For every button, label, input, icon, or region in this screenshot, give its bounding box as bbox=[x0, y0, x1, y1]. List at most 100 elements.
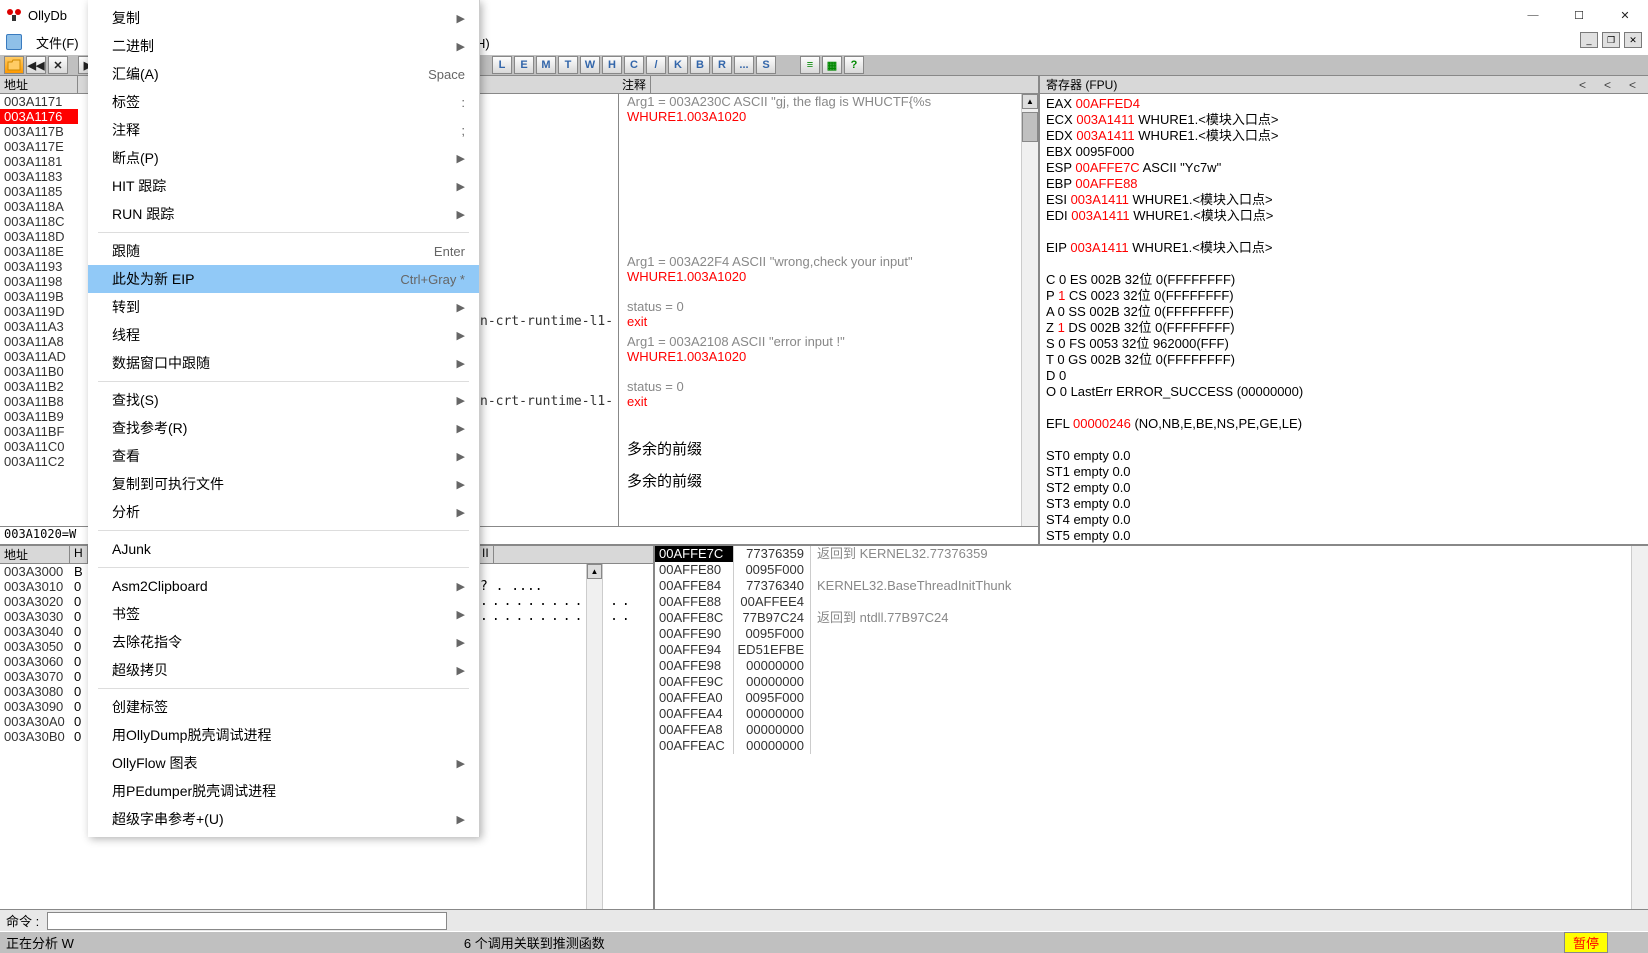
stack-row[interactable]: 00AFFE800095F000 bbox=[655, 562, 1648, 578]
close-button[interactable]: ✕ bbox=[1602, 0, 1648, 30]
menu-item[interactable]: 复制▶ bbox=[88, 4, 479, 32]
stack-row[interactable]: 00AFFE9800000000 bbox=[655, 658, 1648, 674]
menu-item[interactable]: RUN 跟踪▶ bbox=[88, 200, 479, 228]
stack-row[interactable]: 00AFFEA00095F000 bbox=[655, 690, 1648, 706]
toolbar-s-button[interactable]: S bbox=[756, 56, 776, 74]
toolbar-k-button[interactable]: K bbox=[668, 56, 688, 74]
menu-item[interactable]: 此处为新 EIPCtrl+Gray * bbox=[88, 265, 479, 293]
cmd-input[interactable] bbox=[47, 912, 447, 930]
register-line[interactable]: P 1 CS 0023 32位 0(FFFFFFFF) bbox=[1046, 288, 1642, 304]
mdi-restore-button[interactable]: ❐ bbox=[1602, 32, 1620, 48]
stack-row[interactable]: 00AFFEAC00000000 bbox=[655, 738, 1648, 754]
address-row[interactable]: 003A11B9 bbox=[0, 409, 78, 424]
menu-item[interactable]: HIT 跟踪▶ bbox=[88, 172, 479, 200]
address-row[interactable]: 003A11AD bbox=[0, 349, 78, 364]
address-row[interactable]: 003A11B2 bbox=[0, 379, 78, 394]
menu-item[interactable]: 去除花指令▶ bbox=[88, 628, 479, 656]
menu-item[interactable]: 书签▶ bbox=[88, 600, 479, 628]
address-row[interactable]: 003A1181 bbox=[0, 154, 78, 169]
address-row[interactable]: 003A118E bbox=[0, 244, 78, 259]
toolbar-...-button[interactable]: ... bbox=[734, 56, 754, 74]
register-line[interactable]: O 0 LastErr ERROR_SUCCESS (00000000) bbox=[1046, 384, 1642, 400]
menu-item[interactable]: 用OllyDump脱壳调试进程 bbox=[88, 721, 479, 749]
address-row[interactable]: 003A11BF bbox=[0, 424, 78, 439]
toolbar-help-button[interactable]: ? bbox=[844, 56, 864, 74]
register-line[interactable]: D 0 bbox=[1046, 368, 1642, 384]
mdi-close-button[interactable]: ✕ bbox=[1624, 32, 1642, 48]
toolbar-b-button[interactable]: B bbox=[690, 56, 710, 74]
register-line[interactable]: ESP 00AFFE7C ASCII "Yc7w" bbox=[1046, 160, 1642, 176]
register-line[interactable]: ST0 empty 0.0 bbox=[1046, 448, 1642, 464]
menu-item[interactable]: 分析▶ bbox=[88, 498, 479, 526]
toolbar-r-button[interactable]: R bbox=[712, 56, 732, 74]
register-line[interactable] bbox=[1046, 224, 1642, 240]
register-line[interactable]: ST3 empty 0.0 bbox=[1046, 496, 1642, 512]
address-row[interactable]: 003A11A3 bbox=[0, 319, 78, 334]
address-row[interactable]: 003A11B0 bbox=[0, 364, 78, 379]
reg-left-arrow-icon[interactable]: < bbox=[1573, 78, 1592, 92]
address-row[interactable]: 003A1193 bbox=[0, 259, 78, 274]
reg-left-arrow-icon-3[interactable]: < bbox=[1623, 78, 1642, 92]
register-line[interactable]: ST5 empty 0.0 bbox=[1046, 528, 1642, 544]
menu-item[interactable]: 复制到可执行文件▶ bbox=[88, 470, 479, 498]
address-row[interactable]: 003A1171 bbox=[0, 94, 78, 109]
register-line[interactable]: S 0 FS 0053 32位 962000(FFF) bbox=[1046, 336, 1642, 352]
stack-row[interactable]: 00AFFE94ED51EFBE bbox=[655, 642, 1648, 658]
menu-item[interactable]: 断点(P)▶ bbox=[88, 144, 479, 172]
stack-row[interactable]: 00AFFE7C77376359返回到 KERNEL32.77376359 bbox=[655, 546, 1648, 562]
stack-row[interactable]: 00AFFE900095F000 bbox=[655, 626, 1648, 642]
stack-row[interactable]: 00AFFE8800AFFEE4 bbox=[655, 594, 1648, 610]
address-column[interactable]: 003A1171003A1176003A117B003A117E003A1181… bbox=[0, 94, 78, 526]
menu-item[interactable]: 跟随Enter bbox=[88, 237, 479, 265]
toolbar-e-button[interactable]: E bbox=[514, 56, 534, 74]
address-row[interactable]: 003A118A bbox=[0, 199, 78, 214]
col-comment[interactable]: 注释 bbox=[618, 76, 651, 93]
address-row[interactable]: 003A119D bbox=[0, 304, 78, 319]
context-menu[interactable]: 复制▶二进制▶汇编(A)Space标签:注释;断点(P)▶HIT 跟踪▶RUN … bbox=[88, 0, 480, 837]
toolbar-list-button[interactable]: ≡ bbox=[800, 56, 820, 74]
dump-col-ascii[interactable]: II bbox=[478, 546, 494, 563]
cpu-scrollbar[interactable]: ▲ bbox=[1021, 94, 1038, 526]
address-row[interactable]: 003A117E bbox=[0, 139, 78, 154]
toolbar-h-button[interactable]: H bbox=[602, 56, 622, 74]
address-row[interactable]: 003A1176 bbox=[0, 109, 78, 124]
reg-left-arrow-icon-2[interactable]: < bbox=[1598, 78, 1617, 92]
toolbar-w-button[interactable]: W bbox=[580, 56, 600, 74]
menu-item[interactable]: 二进制▶ bbox=[88, 32, 479, 60]
menu-item[interactable]: 线程▶ bbox=[88, 321, 479, 349]
menu-item[interactable]: 汇编(A)Space bbox=[88, 60, 479, 88]
menu-item[interactable]: 转到▶ bbox=[88, 293, 479, 321]
register-line[interactable]: EDX 003A1411 WHURE1.<模块入口点> bbox=[1046, 128, 1642, 144]
menu-item[interactable]: AJunk bbox=[88, 535, 479, 563]
register-line[interactable]: EBP 00AFFE88 bbox=[1046, 176, 1642, 192]
stack-row[interactable]: 00AFFE9C00000000 bbox=[655, 674, 1648, 690]
toolbar-l-button[interactable]: L bbox=[492, 56, 512, 74]
register-line[interactable]: EFL 00000246 (NO,NB,E,BE,NS,PE,GE,LE) bbox=[1046, 416, 1642, 432]
toolbar-m-button[interactable]: M bbox=[536, 56, 556, 74]
register-line[interactable] bbox=[1046, 256, 1642, 272]
menu-file[interactable]: 文件(F) bbox=[36, 33, 79, 52]
toolbar-t-button[interactable]: T bbox=[558, 56, 578, 74]
toolbar-open-button[interactable] bbox=[4, 56, 24, 74]
register-line[interactable]: ESI 003A1411 WHURE1.<模块入口点> bbox=[1046, 192, 1642, 208]
stack-row[interactable]: 00AFFE8C77B97C24返回到 ntdll.77B97C24 bbox=[655, 610, 1648, 626]
register-line[interactable]: A 0 SS 002B 32位 0(FFFFFFFF) bbox=[1046, 304, 1642, 320]
address-row[interactable]: 003A11C2 bbox=[0, 454, 78, 469]
stack-row[interactable]: 00AFFEA800000000 bbox=[655, 722, 1648, 738]
register-body[interactable]: EAX 00AFFED4ECX 003A1411 WHURE1.<模块入口点>E… bbox=[1040, 94, 1648, 544]
toolbar-/-button[interactable]: / bbox=[646, 56, 666, 74]
menu-item[interactable]: 标签: bbox=[88, 88, 479, 116]
toolbar-c-button[interactable]: C bbox=[624, 56, 644, 74]
menu-item[interactable]: 查找(S)▶ bbox=[88, 386, 479, 414]
stack-body[interactable]: 00AFFE7C77376359返回到 KERNEL32.7737635900A… bbox=[655, 546, 1648, 909]
register-line[interactable]: T 0 GS 002B 32位 0(FFFFFFFF) bbox=[1046, 352, 1642, 368]
menu-item[interactable]: OllyFlow 图表▶ bbox=[88, 749, 479, 777]
register-line[interactable]: Z 1 DS 002B 32位 0(FFFFFFFF) bbox=[1046, 320, 1642, 336]
address-row[interactable]: 003A11C0 bbox=[0, 439, 78, 454]
menu-item[interactable]: 数据窗口中跟随▶ bbox=[88, 349, 479, 377]
register-line[interactable]: ST4 empty 0.0 bbox=[1046, 512, 1642, 528]
register-line[interactable]: EAX 00AFFED4 bbox=[1046, 96, 1642, 112]
col-address[interactable]: 地址 bbox=[0, 76, 78, 93]
minimize-button[interactable]: — bbox=[1510, 0, 1556, 30]
menu-item[interactable]: 超级字串参考+(U)▶ bbox=[88, 805, 479, 833]
